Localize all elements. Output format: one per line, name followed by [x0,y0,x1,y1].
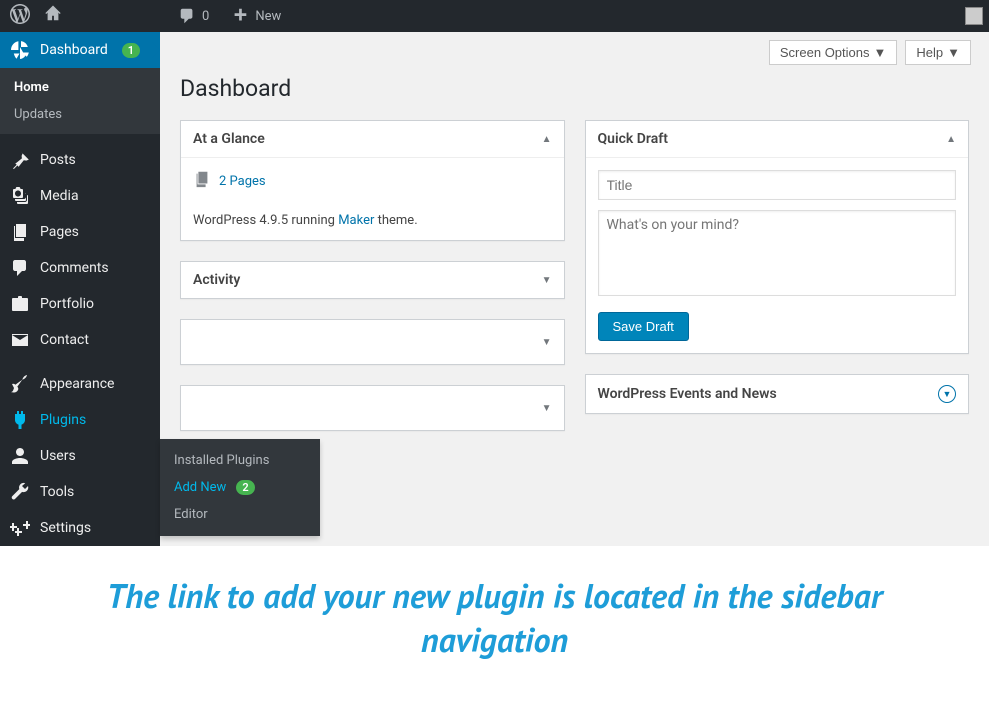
user-icon [10,446,30,466]
activity-widget: Activity ▼ [180,261,565,299]
submenu-updates[interactable]: Updates [0,101,160,128]
topbar-new[interactable]: New [231,7,281,25]
sidebar-item-pages[interactable]: Pages [0,214,160,250]
sidebar-item-settings[interactable]: Settings [0,510,160,546]
widget-header[interactable]: WordPress Events and News ▼ [586,375,969,413]
collapse-icon: ▲ [542,134,552,145]
collapse-icon: ▼ [542,337,552,348]
help-button[interactable]: Help ▼ [905,40,971,65]
sidebar-item-media[interactable]: Media [0,178,160,214]
comment-count: 0 [202,9,209,24]
sidebar-item-posts[interactable]: Posts [0,142,160,178]
wrench-icon [10,482,30,502]
collapse-icon: ▼ [542,275,552,286]
sidebar-item-plugins[interactable]: Plugins [0,402,160,438]
pages-icon [193,170,211,192]
flyout-add-new[interactable]: Add New 2 [160,474,320,501]
dashboard-icon [10,40,30,60]
collapse-icon: ▼ [542,403,552,414]
brush-icon [10,374,30,394]
sidebar-item-dashboard[interactable]: Dashboard 1 [0,32,160,68]
sidebar-item-users[interactable]: Users [0,438,160,474]
flyout-editor[interactable]: Editor [160,501,320,528]
topbar-comments[interactable]: 0 [178,7,209,25]
widget-header[interactable]: Quick Draft ▲ [586,121,969,158]
admin-topbar: 0 New [0,0,989,32]
settings-icon [10,518,30,538]
media-icon [10,186,30,206]
chevron-down-icon: ▼ [947,45,960,60]
comment-icon [178,7,196,25]
portfolio-icon [10,294,30,314]
pin-icon [10,150,30,170]
plugins-flyout: Installed Plugins Add New 2 Editor [160,439,320,536]
wordpress-news-widget: WordPress Events and News ▼ [585,374,970,414]
dashboard-submenu: Home Updates [0,68,160,134]
flyout-installed-plugins[interactable]: Installed Plugins [160,447,320,474]
collapse-icon: ▲ [946,134,956,145]
sidebar-item-tools[interactable]: Tools [0,474,160,510]
mail-icon [10,330,30,350]
admin-sidebar: Dashboard 1 Home Updates Posts Media Pag… [0,32,160,546]
quick-draft-widget: Quick Draft ▲ Save Draft [585,120,970,354]
draft-title-input[interactable] [598,170,957,200]
plus-icon [231,7,249,25]
annotation-caption: The link to add your new plugin is locat… [0,546,989,690]
draft-body-input[interactable] [598,210,957,296]
sidebar-item-portfolio[interactable]: Portfolio [0,286,160,322]
dashboard-label: Dashboard [40,42,108,58]
sidebar-item-appearance[interactable]: Appearance [0,366,160,402]
dashboard-badge: 1 [122,43,140,58]
comments-icon [10,258,30,278]
glance-pages-link[interactable]: 2 Pages [193,170,552,192]
submenu-home[interactable]: Home [0,74,160,101]
wp-version-text: WordPress 4.9.5 running Maker theme. [193,202,552,228]
theme-link[interactable]: Maker [338,213,374,228]
wordpress-logo-icon[interactable] [10,4,30,28]
at-a-glance-widget: At a Glance ▲ 2 Pages WordPress 4.9.5 ru… [180,120,565,241]
save-draft-button[interactable]: Save Draft [598,312,689,341]
avatar[interactable] [965,7,983,25]
expand-circle-icon: ▼ [938,385,956,403]
pages-icon [10,222,30,242]
empty-widget-1[interactable]: ▼ [180,319,565,365]
empty-widget-2[interactable]: ▼ [180,385,565,431]
screen-options-button[interactable]: Screen Options ▼ [769,40,897,65]
sidebar-item-contact[interactable]: Contact [0,322,160,358]
new-label: New [255,9,281,24]
page-title: Dashboard [160,65,989,120]
widget-header[interactable]: Activity ▼ [181,262,564,298]
chevron-down-icon: ▼ [874,45,887,60]
widget-header[interactable]: At a Glance ▲ [181,121,564,158]
home-icon[interactable] [44,5,62,27]
sidebar-item-comments[interactable]: Comments [0,250,160,286]
plugin-icon [10,410,30,430]
add-new-badge: 2 [236,480,254,495]
